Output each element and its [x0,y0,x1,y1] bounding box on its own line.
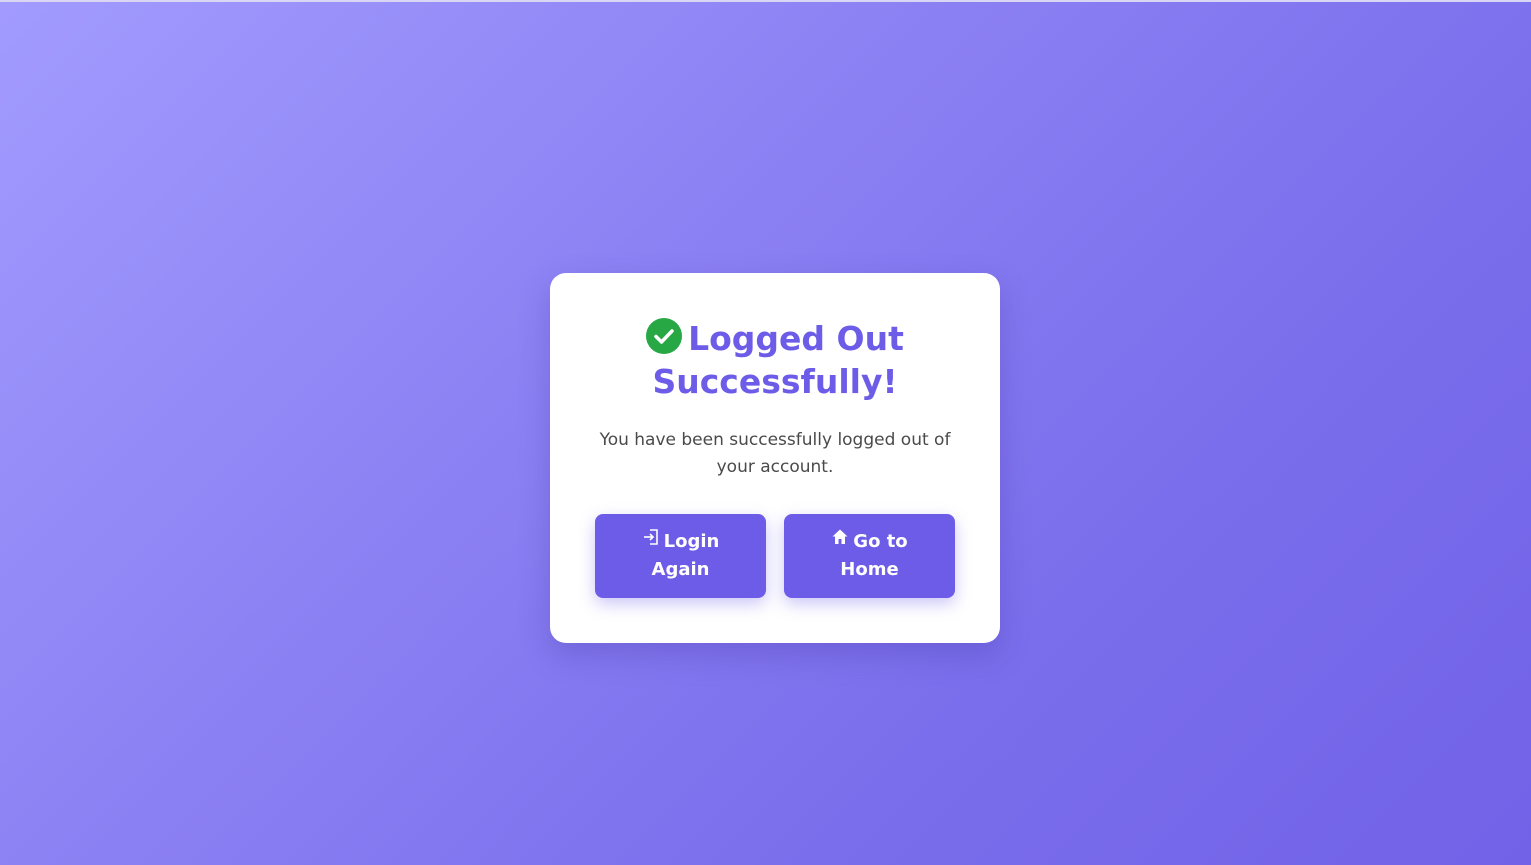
logout-message: You have been successfully logged out of… [599,430,951,477]
page-title: Logged Out Successfully! [590,317,960,403]
top-border [0,0,1531,2]
sign-in-icon [643,529,658,545]
check-circle-icon [646,318,683,354]
login-again-button[interactable]: Login Again [595,514,766,598]
go-to-home-label: Go to Home [840,531,908,580]
home-icon [832,529,848,544]
login-again-label: Login Again [651,531,720,580]
logout-card: Logged Out Successfully! You have been s… [550,273,1000,643]
title-text: Logged Out Successfully! [652,319,904,401]
go-to-home-button[interactable]: Go to Home [784,514,955,598]
